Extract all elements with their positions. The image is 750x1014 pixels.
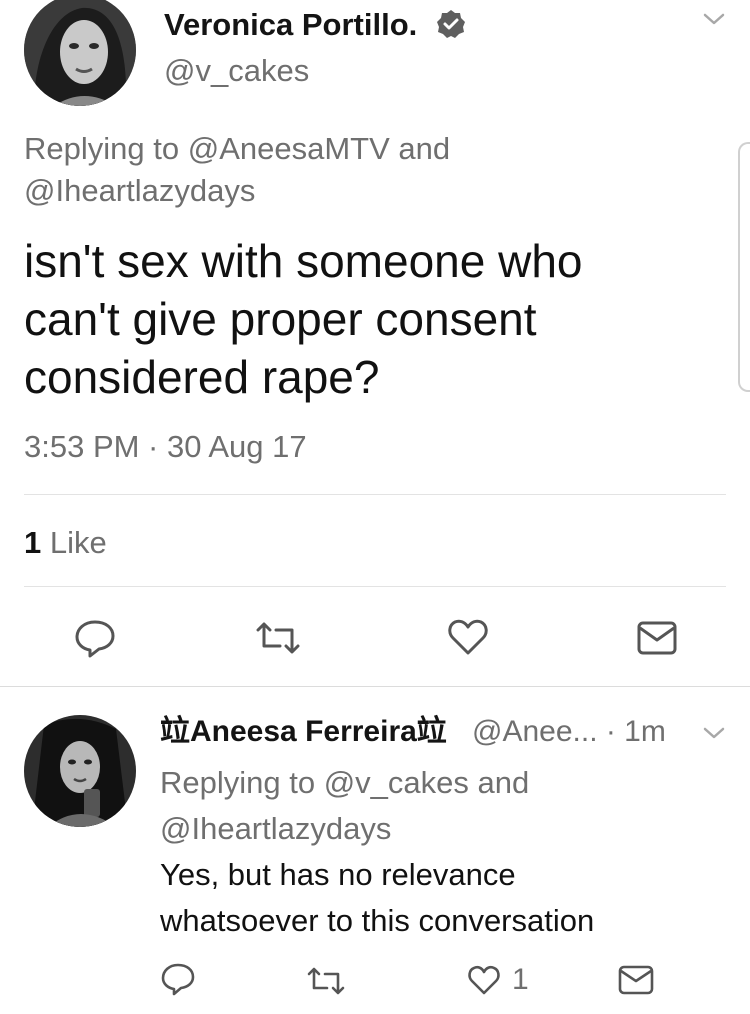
replying-user-link[interactable]: @Iheartlazydays bbox=[24, 173, 255, 208]
like-icon[interactable] bbox=[466, 964, 502, 996]
retweet-icon[interactable] bbox=[306, 966, 346, 996]
replying-and: and bbox=[398, 131, 451, 166]
tweet-text-line: can't give proper consent bbox=[24, 293, 537, 345]
replying-prefix: Replying to bbox=[24, 131, 180, 166]
reply-like-count: 1 bbox=[512, 963, 529, 996]
divider bbox=[24, 494, 726, 495]
likes-label: Like bbox=[49, 525, 107, 560]
reply-replying-to: Replying to @v_cakes and @Iheartlazydays bbox=[160, 760, 529, 852]
reply-text-line: Yes, but has no relevance bbox=[160, 857, 516, 892]
tweet-text: isn't sex with someone who can't give pr… bbox=[24, 232, 583, 406]
reply-replying-line[interactable]: Replying to @v_cakes and bbox=[160, 760, 529, 806]
replying-to: Replying to @AneesaMTV and @Iheartlazyda… bbox=[24, 128, 714, 212]
reply-text: Yes, but has no relevance whatsoever to … bbox=[160, 852, 594, 944]
likes-count: 1 bbox=[24, 525, 42, 560]
chevron-down-icon[interactable] bbox=[700, 8, 728, 30]
reply-icon[interactable] bbox=[160, 962, 196, 996]
reply-handle-time[interactable]: @Anee... · 1m bbox=[472, 714, 666, 750]
retweet-icon[interactable] bbox=[254, 620, 302, 656]
reply-icon[interactable] bbox=[73, 618, 117, 658]
avatar[interactable] bbox=[24, 0, 136, 106]
scroll-indicator bbox=[738, 142, 750, 392]
tweet-text-line: considered rape? bbox=[24, 351, 380, 403]
like-icon[interactable] bbox=[446, 617, 490, 657]
chevron-down-icon[interactable] bbox=[700, 722, 728, 744]
message-icon[interactable] bbox=[618, 965, 654, 995]
tweet-text-line: isn't sex with someone who bbox=[24, 235, 583, 287]
verified-badge-icon bbox=[436, 9, 466, 39]
tweet-timestamp: 3:53 PM · 30 Aug 17 bbox=[24, 429, 307, 464]
replying-user-link[interactable]: @AneesaMTV bbox=[188, 131, 390, 166]
reply-text-line: whatsoever to this conversation bbox=[160, 903, 595, 938]
message-icon[interactable] bbox=[636, 620, 678, 656]
reply-author-name[interactable]: 竝Aneesa Ferreira竝 bbox=[160, 714, 447, 750]
likes-summary[interactable]: 1 Like bbox=[24, 524, 107, 562]
divider bbox=[24, 586, 726, 587]
divider bbox=[0, 686, 750, 687]
author-name[interactable]: Veronica Portillo. bbox=[164, 6, 417, 44]
avatar[interactable] bbox=[24, 715, 136, 827]
author-handle[interactable]: @v_cakes bbox=[164, 52, 309, 90]
reply-replying-line[interactable]: @Iheartlazydays bbox=[160, 806, 529, 852]
